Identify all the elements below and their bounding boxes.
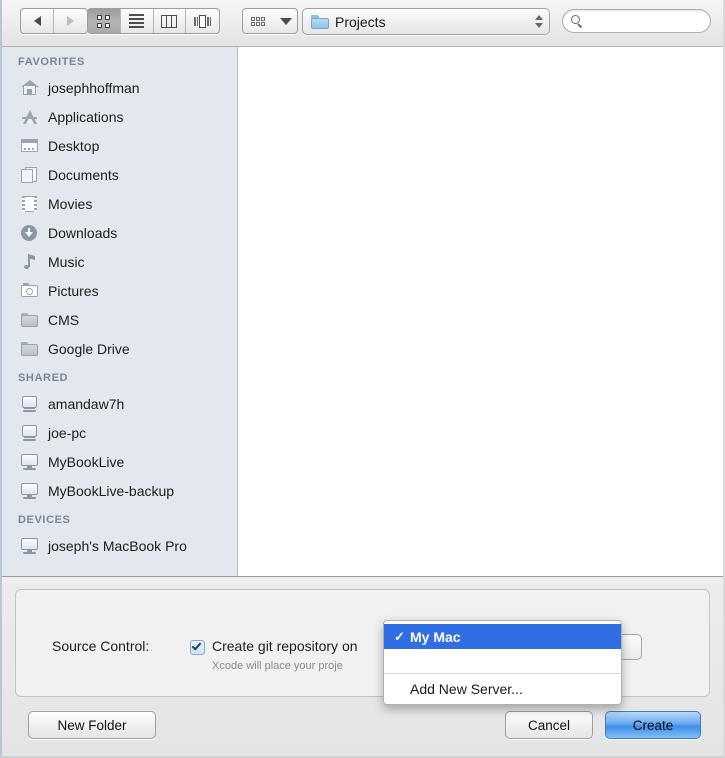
view-mode-buttons	[87, 8, 220, 34]
chevron-down-icon	[280, 17, 293, 25]
sidebar-item-josephs-macbook-pro[interactable]: joseph's MacBook Pro	[2, 531, 237, 560]
location-popup-button[interactable]: Projects	[302, 8, 550, 35]
sidebar-item-label: joe-pc	[48, 424, 87, 441]
sidebar-item-applications[interactable]: Applications	[2, 102, 237, 131]
sidebar-item-label: Movies	[48, 195, 93, 212]
column-view-icon	[161, 14, 178, 28]
checkmark-icon	[191, 640, 202, 651]
sidebar-item-music[interactable]: Music	[2, 247, 237, 276]
coverflow-view-button[interactable]	[186, 9, 219, 33]
list-view-button[interactable]	[121, 9, 154, 33]
check-icon: ✓	[394, 628, 405, 644]
downloads-icon	[20, 224, 39, 241]
sidebar-item-josephhoffman[interactable]: josephhoffman	[2, 73, 237, 102]
desktop-icon	[20, 137, 39, 154]
sidebar-item-label: Documents	[48, 166, 119, 183]
sidebar-item-label: CMS	[48, 311, 80, 328]
source-control-helper-text: Xcode will place your proje	[212, 660, 343, 672]
sidebar-item-label: Music	[48, 253, 85, 270]
folder-icon	[20, 340, 39, 357]
create-git-repository-label: Create git repository on	[212, 638, 358, 654]
shared-computer-icon	[20, 424, 39, 441]
icon-view-icon	[97, 14, 111, 28]
sidebar-item-label: Pictures	[48, 282, 99, 299]
menu-item-label: My Mac	[410, 628, 461, 645]
shared-computer-icon	[20, 395, 39, 412]
sidebar-item-label: Desktop	[48, 137, 100, 154]
sidebar-item-google-drive[interactable]: Google Drive	[2, 334, 237, 363]
display-icon	[20, 537, 39, 554]
blue-folder-icon	[311, 14, 329, 29]
back-arrow-icon	[33, 16, 41, 26]
sidebar[interactable]: FAVORITES josephhoffman Applications Des…	[2, 47, 238, 576]
list-view-icon	[129, 14, 145, 28]
create-git-repository-checkbox[interactable]	[190, 640, 205, 655]
forward-button[interactable]	[54, 9, 87, 33]
arrange-button[interactable]	[242, 8, 298, 34]
documents-icon	[20, 166, 39, 183]
sidebar-item-label: Downloads	[48, 224, 118, 241]
search-input[interactable]	[571, 11, 723, 31]
sidebar-item-downloads[interactable]: Downloads	[2, 218, 237, 247]
sidebar-item-label: MyBookLive	[48, 453, 125, 470]
file-list-area[interactable]	[239, 47, 723, 576]
folder-icon	[20, 311, 39, 328]
menu-item-spacer	[384, 649, 621, 671]
display-icon	[20, 453, 39, 470]
location-label: Projects	[335, 13, 386, 30]
sidebar-item-mybooklive[interactable]: MyBookLive	[2, 447, 237, 476]
sidebar-item-documents[interactable]: Documents	[2, 160, 237, 189]
icon-view-button[interactable]	[88, 9, 121, 33]
sidebar-section-header-shared: SHARED	[18, 372, 69, 384]
forward-arrow-icon	[67, 16, 74, 26]
home-icon	[20, 79, 39, 96]
column-view-button[interactable]	[154, 9, 187, 33]
coverflow-view-icon	[194, 14, 212, 28]
sidebar-section-header-favorites: FAVORITES	[18, 56, 85, 68]
sidebar-item-label: Applications	[48, 108, 124, 125]
menu-item-add-new-server[interactable]: Add New Server...	[384, 676, 621, 701]
menu-separator	[384, 673, 621, 674]
sidebar-item-label: Google Drive	[48, 340, 130, 357]
file-browser: FAVORITES josephhoffman Applications Des…	[2, 47, 723, 576]
create-button[interactable]: Create	[605, 711, 701, 739]
sidebar-item-desktop[interactable]: Desktop	[2, 131, 237, 160]
navigation-buttons	[20, 8, 88, 34]
menu-item-label: Add New Server...	[410, 680, 523, 697]
movies-icon	[20, 195, 39, 212]
sidebar-item-label: joseph's MacBook Pro	[48, 537, 187, 554]
sidebar-item-label: MyBookLive-backup	[48, 482, 175, 499]
sidebar-item-mybooklive-backup[interactable]: MyBookLive-backup	[2, 476, 237, 505]
open-save-panel-window: Projects FAVORITES josephhoffman Applica…	[0, 0, 725, 758]
sidebar-item-joe-pc[interactable]: joe-pc	[2, 418, 237, 447]
source-control-label: Source Control:	[52, 638, 150, 654]
applications-icon	[20, 108, 39, 125]
sidebar-item-cms[interactable]: CMS	[2, 305, 237, 334]
repository-location-menu[interactable]: ✓ My Mac Add New Server...	[383, 620, 622, 705]
finder-toolbar: Projects	[2, 0, 723, 47]
arrange-icon	[251, 16, 267, 26]
sidebar-item-label: amandaw7h	[48, 395, 125, 412]
new-folder-button[interactable]: New Folder	[28, 711, 156, 739]
search-field[interactable]	[562, 9, 723, 33]
sidebar-item-pictures[interactable]: Pictures	[2, 276, 237, 305]
display-icon	[20, 482, 39, 499]
sidebar-section-header-devices: DEVICES	[18, 514, 71, 526]
pictures-icon	[20, 282, 39, 299]
sidebar-item-movies[interactable]: Movies	[2, 189, 237, 218]
music-icon	[20, 253, 39, 270]
menu-item-my-mac[interactable]: ✓ My Mac	[384, 624, 621, 649]
back-button[interactable]	[21, 9, 55, 33]
sidebar-item-amandaw7h[interactable]: amandaw7h	[2, 389, 237, 418]
sidebar-item-label: josephhoffman	[48, 79, 140, 96]
arrange-dropdown-arrow[interactable]	[276, 9, 297, 33]
arrange-icon-wrap	[243, 9, 276, 33]
location-stepper-icon[interactable]	[533, 15, 545, 28]
cancel-button[interactable]: Cancel	[505, 711, 593, 739]
